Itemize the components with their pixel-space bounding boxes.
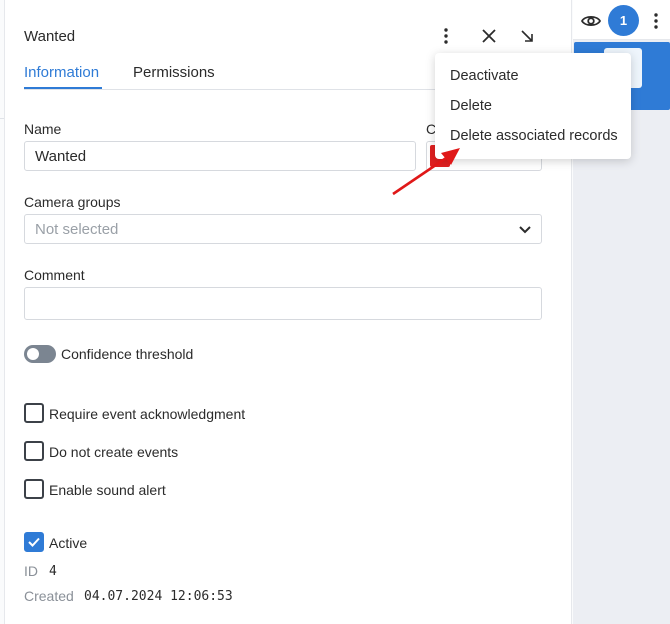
- close-icon[interactable]: [478, 25, 500, 47]
- panel-title: Wanted: [24, 28, 76, 45]
- name-input[interactable]: Wanted: [24, 141, 416, 171]
- active-checkbox[interactable]: [24, 532, 44, 552]
- active-tab-indicator: [24, 87, 102, 89]
- menu-item-delete-associated-records[interactable]: Delete associated records: [450, 128, 618, 144]
- created-label: Created: [24, 588, 74, 604]
- tab-information[interactable]: Information: [24, 64, 99, 81]
- name-label: Name: [24, 121, 62, 137]
- eye-icon[interactable]: [578, 8, 604, 34]
- camera-groups-value: Not selected: [35, 220, 119, 238]
- context-menu: Deactivate Delete Delete associated reco…: [435, 53, 631, 159]
- do-not-create-events-checkbox[interactable]: [24, 441, 44, 461]
- camera-groups-select[interactable]: Not selected: [24, 214, 542, 244]
- toggle-knob: [27, 348, 39, 360]
- enable-sound-alert-label: Enable sound alert: [49, 482, 166, 498]
- chevron-down-icon: [519, 221, 531, 238]
- require-acknowledgment-checkbox[interactable]: [24, 403, 44, 423]
- comment-input[interactable]: [24, 287, 542, 320]
- id-label: ID: [24, 563, 38, 579]
- enable-sound-alert-checkbox[interactable]: [24, 479, 44, 499]
- confidence-threshold-label: Confidence threshold: [61, 346, 194, 362]
- expand-arrow-icon[interactable]: [516, 25, 538, 47]
- more-vertical-icon[interactable]: [646, 8, 666, 34]
- tab-permissions[interactable]: Permissions: [133, 64, 215, 81]
- more-vertical-icon[interactable]: [436, 25, 456, 47]
- count-badge[interactable]: 1: [608, 5, 639, 36]
- require-acknowledgment-label: Require event acknowledgment: [49, 406, 246, 422]
- confidence-threshold-toggle[interactable]: [24, 345, 56, 363]
- menu-item-deactivate[interactable]: Deactivate: [450, 68, 519, 84]
- comment-label: Comment: [24, 267, 85, 283]
- active-label: Active: [49, 535, 88, 551]
- menu-item-delete[interactable]: Delete: [450, 98, 492, 114]
- id-value: 4: [49, 564, 57, 579]
- do-not-create-events-label: Do not create events: [49, 444, 179, 460]
- camera-groups-label: Camera groups: [24, 194, 121, 210]
- checkmark-icon: [28, 537, 40, 547]
- created-value: 04.07.2024 12:06:53: [84, 589, 233, 604]
